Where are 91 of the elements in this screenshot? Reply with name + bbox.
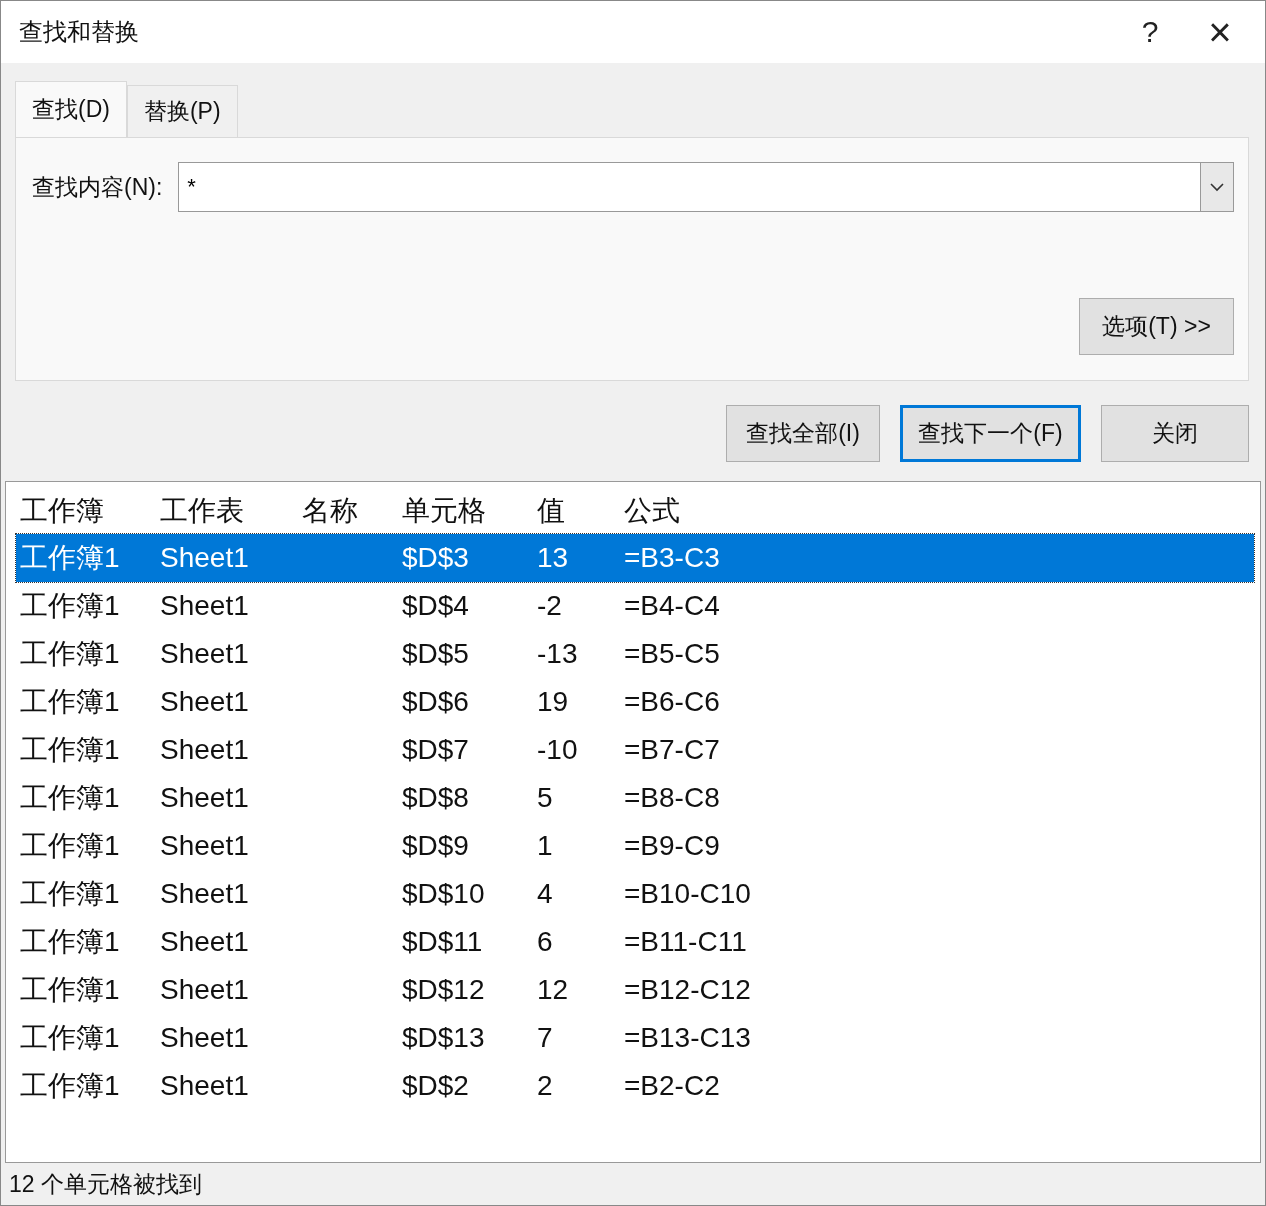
column-header[interactable]: 单元格 <box>398 492 533 530</box>
table-cell-text: Sheet1 <box>159 1022 250 1054</box>
table-cell-text: =B5-C5 <box>623 638 721 670</box>
table-cell-text: $D$9 <box>401 830 470 862</box>
table-cell-text: $D$10 <box>401 878 486 910</box>
table-cell-text: $D$7 <box>401 734 470 766</box>
table-cell-text: 工作簿1 <box>19 541 121 575</box>
table-cell-text: =B7-C7 <box>623 734 721 766</box>
table-cell-text: $D$13 <box>401 1022 486 1054</box>
help-button[interactable]: ? <box>1115 4 1185 60</box>
table-cell-text: $D$8 <box>401 782 470 814</box>
result-row[interactable]: 工作簿1 Sheet1 $D$8 5 =B8-C8 <box>16 774 1254 822</box>
table-cell-text: $D$11 <box>401 926 484 958</box>
table-cell-text: $D$12 <box>401 974 486 1006</box>
action-button[interactable]: 查找全部(I) <box>726 405 880 462</box>
table-cell-text: $D$3 <box>401 542 470 574</box>
table-cell-text: -13 <box>536 638 579 670</box>
find-label: 查找内容(N): <box>32 172 163 202</box>
result-row[interactable]: 工作簿1 Sheet1 $D$2 2 =B2-C2 <box>16 1062 1254 1110</box>
table-cell-text: 7 <box>536 1022 554 1054</box>
table-cell-text: =B6-C6 <box>623 686 721 718</box>
result-row[interactable]: 工作簿1 Sheet1 $D$4 -2 =B4-C4 <box>16 582 1254 630</box>
table-cell-text: Sheet1 <box>159 542 250 574</box>
table-cell-text: Sheet1 <box>159 974 250 1006</box>
table-cell-text: =B9-C9 <box>623 830 721 862</box>
table-cell-text: 1 <box>536 830 554 862</box>
table-cell-text: 4 <box>536 878 554 910</box>
table-cell-text: =B3-C3 <box>623 542 721 574</box>
table-cell-text: 5 <box>536 782 554 814</box>
result-row[interactable]: 工作簿1 Sheet1 $D$12 12 =B12-C12 <box>16 966 1254 1014</box>
table-cell-text: 13 <box>536 542 570 574</box>
table-cell-text: 工作簿1 <box>19 685 121 719</box>
table-cell-text: 工作簿1 <box>19 637 121 671</box>
table-cell-text: $D$5 <box>401 638 470 670</box>
action-button[interactable]: 查找下一个(F) <box>900 405 1081 462</box>
table-cell-text: Sheet1 <box>159 734 250 766</box>
table-cell-text: 工作簿1 <box>19 877 121 911</box>
table-cell-text: =B10-C10 <box>623 878 752 910</box>
result-row[interactable]: 工作簿1 Sheet1 $D$10 4 =B10-C10 <box>16 870 1254 918</box>
table-cell-text: 工作簿1 <box>19 925 121 959</box>
result-row[interactable]: 工作簿1 Sheet1 $D$13 7 =B13-C13 <box>16 1014 1254 1062</box>
table-cell-text: =B2-C2 <box>623 1070 721 1102</box>
table-cell-text: -2 <box>536 590 563 622</box>
table-cell-text: Sheet1 <box>159 590 250 622</box>
column-header[interactable]: 值 <box>533 492 620 530</box>
find-field[interactable]: * <box>178 162 1200 212</box>
table-cell-text: Sheet1 <box>159 1070 250 1102</box>
status-text: 12 个单元格被找到 <box>8 1169 203 1199</box>
table-cell-text: =B8-C8 <box>623 782 721 814</box>
result-row[interactable]: 工作簿1 Sheet1 $D$5 -13 =B5-C5 <box>16 630 1254 678</box>
result-row[interactable]: 工作簿1 Sheet1 $D$9 1 =B9-C9 <box>16 822 1254 870</box>
table-cell-text: Sheet1 <box>159 782 250 814</box>
table-cell-text: =B11-C11 <box>623 926 748 958</box>
table-cell-text: Sheet1 <box>159 878 250 910</box>
table-cell-text: 工作簿1 <box>19 589 121 623</box>
table-cell-text: $D$2 <box>401 1070 470 1102</box>
table-cell-text: =B4-C4 <box>623 590 721 622</box>
table-cell-text: Sheet1 <box>159 926 250 958</box>
table-cell-text: =B13-C13 <box>623 1022 752 1054</box>
table-cell-text: 19 <box>536 686 570 718</box>
column-header[interactable]: 工作簿 <box>16 492 156 530</box>
result-row[interactable]: 工作簿1 Sheet1 $D$11 6 =B11-C11 <box>16 918 1254 966</box>
dropdown-icon[interactable] <box>1200 162 1234 212</box>
action-button[interactable]: 关闭 <box>1101 405 1249 462</box>
tab[interactable]: 替换(P) <box>126 85 238 137</box>
table-cell-text: 工作簿1 <box>19 1021 121 1055</box>
close-button[interactable]: × <box>1185 4 1255 60</box>
tab[interactable]: 查找(D) <box>15 81 127 137</box>
table-cell-text: $D$6 <box>401 686 470 718</box>
table-cell-text: 工作簿1 <box>19 829 121 863</box>
table-cell-text: $D$4 <box>401 590 470 622</box>
table-cell-text: 工作簿1 <box>19 781 121 815</box>
table-cell-text: Sheet1 <box>159 830 250 862</box>
table-cell-text: 工作簿1 <box>19 733 121 767</box>
table-cell-text: Sheet1 <box>159 638 250 670</box>
result-row[interactable]: 工作簿1 Sheet1 $D$7 -10 =B7-C7 <box>16 726 1254 774</box>
table-cell-text: Sheet1 <box>159 686 250 718</box>
options-button[interactable]: 选项(T) >> <box>1079 298 1234 355</box>
window-title: 查找和替换 <box>19 17 140 47</box>
table-cell-text: =B12-C12 <box>623 974 752 1006</box>
table-cell-text: -10 <box>536 734 579 766</box>
result-row[interactable]: 工作簿1 Sheet1 $D$3 13 =B3-C3 <box>16 534 1254 582</box>
column-header[interactable]: 名称 <box>298 492 398 530</box>
table-cell-text: 2 <box>536 1070 554 1102</box>
result-row[interactable]: 工作簿1 Sheet1 $D$6 19 =B6-C6 <box>16 678 1254 726</box>
table-cell-text: 6 <box>536 926 554 958</box>
table-cell-text: 工作簿1 <box>19 973 121 1007</box>
table-cell-text: 工作簿1 <box>19 1069 121 1103</box>
table-cell-text: 12 <box>536 974 570 1006</box>
column-header[interactable]: 公式 <box>620 492 920 530</box>
column-header[interactable]: 工作表 <box>156 492 298 530</box>
